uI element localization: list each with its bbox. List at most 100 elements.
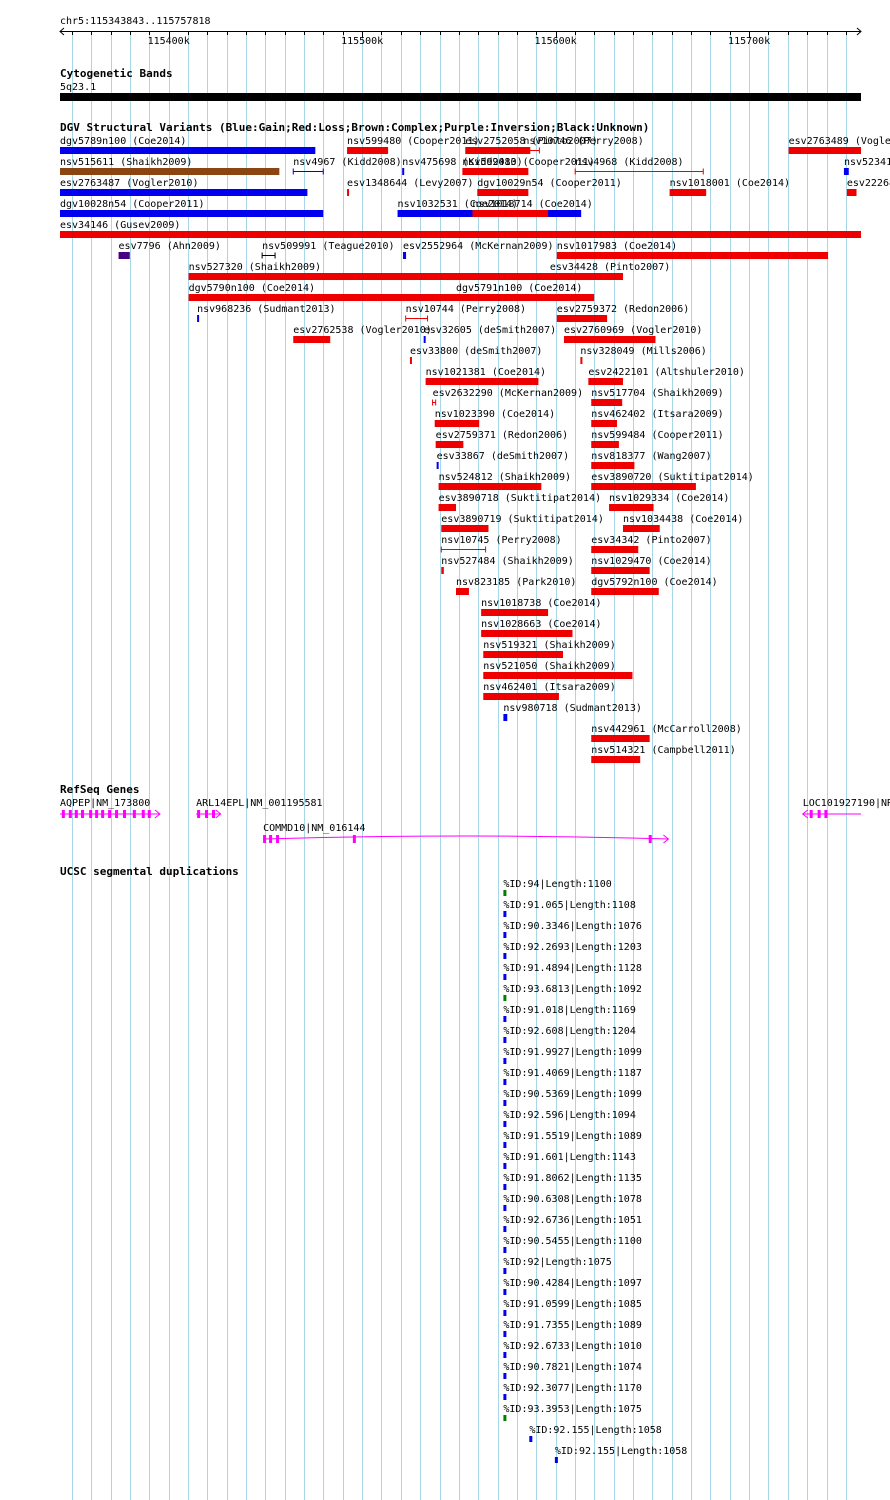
sv-bar[interactable] <box>438 504 456 511</box>
segdup-bar[interactable] <box>503 1100 507 1106</box>
sv-bar[interactable] <box>483 672 633 679</box>
gene-exon[interactable] <box>269 835 273 843</box>
sv-bar[interactable] <box>402 168 405 175</box>
segdup-bar[interactable] <box>503 1037 507 1043</box>
gene-exon[interactable] <box>74 810 78 818</box>
segdup-bar[interactable] <box>503 1121 507 1127</box>
sv-bar[interactable] <box>118 252 130 259</box>
gene-exon[interactable] <box>115 810 119 818</box>
segdup-bar[interactable] <box>503 953 507 959</box>
sv-bar[interactable] <box>438 483 542 490</box>
sv-bar[interactable] <box>465 147 531 154</box>
segdup-bar[interactable] <box>503 1058 507 1064</box>
segdup-bar[interactable] <box>503 1016 507 1022</box>
gene-exon[interactable] <box>101 810 105 818</box>
sv-bar[interactable] <box>425 378 539 385</box>
sv-bar[interactable] <box>60 189 308 196</box>
gene-exon[interactable] <box>817 810 821 818</box>
sv-bar[interactable] <box>788 147 861 154</box>
sv-bar[interactable] <box>347 189 350 196</box>
sv-bar[interactable] <box>441 567 444 574</box>
gene-exon[interactable] <box>122 810 126 818</box>
gene-exon[interactable] <box>211 810 215 818</box>
sv-bar[interactable] <box>483 651 563 658</box>
segdup-bar[interactable] <box>503 1394 507 1400</box>
segdup-bar[interactable] <box>503 1184 507 1190</box>
sv-bar[interactable] <box>588 378 623 385</box>
sv-bar[interactable] <box>609 504 654 511</box>
segdup-bar[interactable] <box>503 1289 507 1295</box>
gene-exon[interactable] <box>263 835 267 843</box>
gene-exon[interactable] <box>89 810 93 818</box>
sv-bar[interactable] <box>188 294 482 301</box>
sv-bar[interactable] <box>435 441 464 448</box>
sv-bar[interactable] <box>549 273 623 280</box>
segdup-bar[interactable] <box>554 1457 558 1463</box>
sv-bar[interactable] <box>591 756 641 763</box>
sv-bar[interactable] <box>483 693 559 700</box>
sv-bar[interactable] <box>556 315 608 322</box>
sv-bar[interactable] <box>591 483 696 490</box>
gene-exon[interactable] <box>81 810 85 818</box>
segdup-bar[interactable] <box>503 1163 507 1169</box>
sv-bar[interactable] <box>481 630 573 637</box>
gene-exon[interactable] <box>61 810 65 818</box>
sv-bar[interactable] <box>591 462 635 469</box>
sv-bar[interactable] <box>622 525 660 532</box>
sv-bar[interactable] <box>60 147 316 154</box>
segdup-bar[interactable] <box>503 995 507 1001</box>
sv-bar[interactable] <box>436 462 439 469</box>
gene-exon[interactable] <box>197 810 201 818</box>
segdup-bar[interactable] <box>503 974 507 980</box>
segdup-bar[interactable] <box>503 1205 507 1211</box>
sv-bar[interactable] <box>472 210 549 217</box>
sv-bar[interactable] <box>563 336 656 343</box>
sv-bar[interactable] <box>455 588 469 595</box>
sv-bar[interactable] <box>477 189 529 196</box>
gene-exon[interactable] <box>141 810 145 818</box>
gene-exon[interactable] <box>824 810 828 818</box>
segdup-bar[interactable] <box>503 911 507 917</box>
cytoband-bar[interactable] <box>60 93 861 101</box>
segdup-bar[interactable] <box>503 1268 507 1274</box>
segdup-bar[interactable] <box>529 1436 533 1442</box>
sv-bar[interactable] <box>60 168 280 175</box>
sv-bar[interactable] <box>846 189 857 196</box>
segdup-bar[interactable] <box>503 1331 507 1337</box>
sv-bar[interactable] <box>591 420 617 427</box>
sv-bar[interactable] <box>188 273 558 280</box>
gene-exon[interactable] <box>648 835 652 843</box>
sv-bar[interactable] <box>481 609 549 616</box>
sv-bar[interactable] <box>60 210 324 217</box>
gene-exon[interactable] <box>68 810 72 818</box>
sv-bar[interactable] <box>591 546 639 553</box>
sv-bar[interactable] <box>434 420 480 427</box>
gene-exon[interactable] <box>95 810 99 818</box>
gene-exon[interactable] <box>108 810 112 818</box>
segdup-bar[interactable] <box>503 1142 507 1148</box>
segdup-bar[interactable] <box>503 1079 507 1085</box>
gene-exon[interactable] <box>276 835 280 843</box>
sv-bar[interactable] <box>591 588 659 595</box>
gene-exon[interactable] <box>352 835 356 843</box>
gene-exon[interactable] <box>132 810 136 818</box>
sv-bar[interactable] <box>60 231 861 238</box>
sv-bar[interactable] <box>293 336 331 343</box>
segdup-bar[interactable] <box>503 1247 507 1253</box>
sv-bar[interactable] <box>591 567 650 574</box>
segdup-bar[interactable] <box>503 1373 507 1379</box>
segdup-bar[interactable] <box>503 890 507 896</box>
gene-exon[interactable] <box>205 810 209 818</box>
sv-bar[interactable] <box>462 168 529 175</box>
sv-bar[interactable] <box>556 252 829 259</box>
sv-bar[interactable] <box>843 168 849 175</box>
sv-bar[interactable] <box>441 525 489 532</box>
sv-bar[interactable] <box>591 399 623 406</box>
gene-exon[interactable] <box>147 810 151 818</box>
sv-bar[interactable] <box>591 441 619 448</box>
gene-exon[interactable] <box>809 810 813 818</box>
segdup-bar[interactable] <box>503 1352 507 1358</box>
sv-bar[interactable] <box>591 735 650 742</box>
sv-bar[interactable] <box>423 336 426 343</box>
sv-bar[interactable] <box>455 294 595 301</box>
